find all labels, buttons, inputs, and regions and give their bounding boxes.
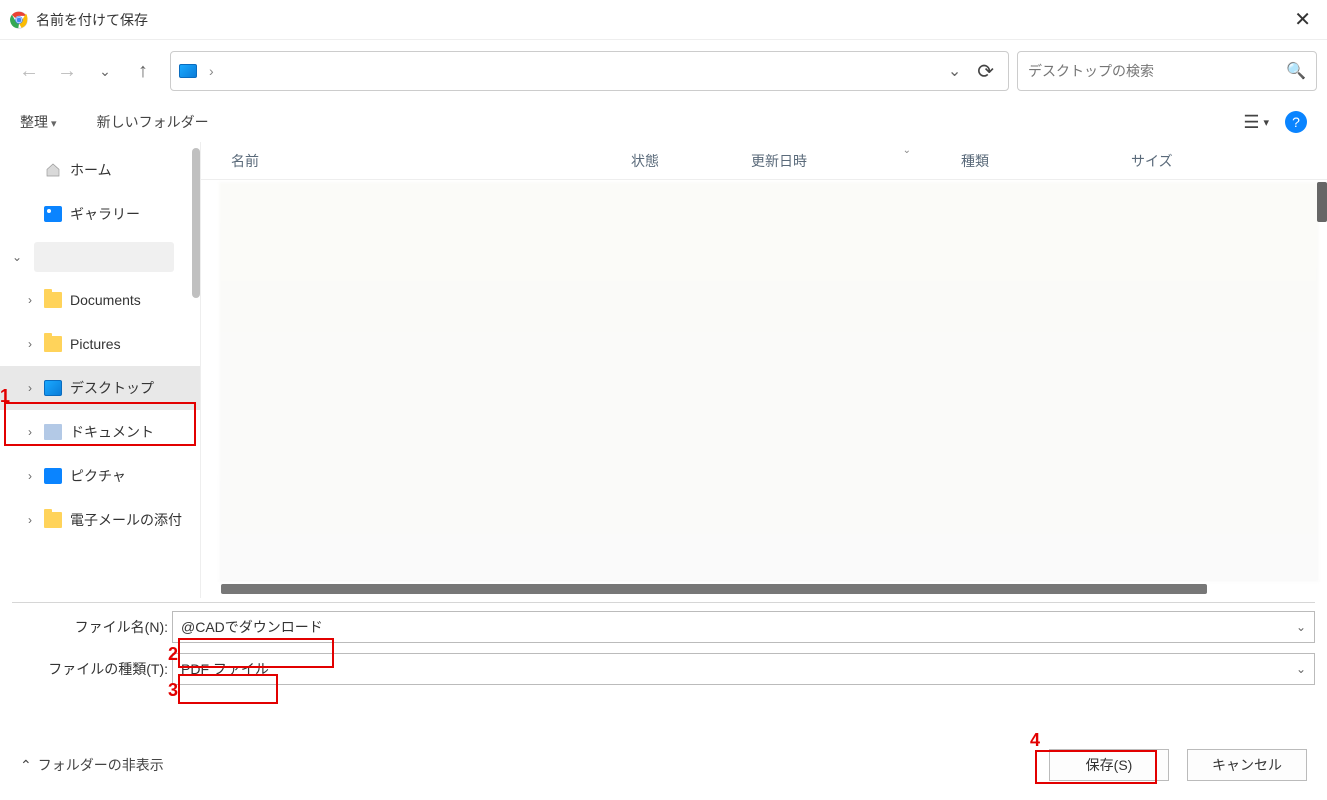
footer: ⌃ フォルダーの非表示 保存(S) キャンセル [0, 730, 1327, 800]
gallery-icon [44, 206, 62, 222]
new-folder-button[interactable]: 新しいフォルダー [97, 112, 209, 132]
desktop-icon [179, 64, 197, 78]
address-history-dropdown[interactable]: ⌄ [938, 61, 971, 81]
sidebar-item-desktop[interactable]: › デスクトップ [0, 366, 200, 410]
filetype-value: PDF ファイル [181, 659, 269, 679]
folder-icon [44, 292, 62, 308]
address-bar[interactable]: › ⌄ ⟳ [170, 51, 1009, 91]
recent-dropdown[interactable]: ⌄ [86, 52, 124, 90]
body: ホーム ギャラリー ⌄ › Documents › Pictures › デスク… [0, 142, 1327, 598]
chevron-down-icon: ⌄ [12, 250, 26, 264]
sidebar-item-collapsed[interactable]: ⌄ [0, 236, 200, 278]
view-mode-button[interactable]: ☰ ▾ [1243, 112, 1269, 133]
forward-button[interactable]: → [48, 52, 86, 90]
sidebar-item-gallery[interactable]: ギャラリー [0, 192, 200, 236]
column-header-kind[interactable]: 種類 [961, 151, 1131, 171]
sidebar: ホーム ギャラリー ⌄ › Documents › Pictures › デスク… [0, 142, 200, 598]
column-header-row: 名前 状態 更新日時⌄ 種類 サイズ [201, 142, 1327, 180]
filename-label: ファイル名(N): [12, 617, 172, 637]
sidebar-item-label: 電子メールの添付 [70, 510, 182, 530]
sidebar-item-pictures[interactable]: › Pictures [0, 322, 200, 366]
file-list-area[interactable] [219, 182, 1319, 582]
chevron-right-icon: › [28, 381, 42, 395]
sidebar-item-label: ホーム [70, 160, 112, 180]
redacted-label [34, 242, 174, 272]
sidebar-scrollbar[interactable] [192, 148, 200, 298]
sidebar-item-label: デスクトップ [70, 378, 154, 398]
filetype-select[interactable]: PDF ファイル ⌄ [172, 653, 1315, 685]
search-bar: 🔍 [1017, 51, 1317, 91]
sidebar-item-docjp[interactable]: › ドキュメント [0, 410, 200, 454]
chevron-up-icon: ⌃ [20, 757, 32, 774]
column-header-size[interactable]: サイズ [1131, 151, 1327, 171]
window-title: 名前を付けて保存 [36, 10, 148, 30]
search-icon[interactable]: 🔍 [1286, 61, 1306, 81]
save-button[interactable]: 保存(S) [1049, 749, 1169, 781]
desktop-icon [44, 380, 62, 396]
sidebar-item-documents[interactable]: › Documents [0, 278, 200, 322]
filetype-label: ファイルの種類(T): [12, 659, 172, 679]
hide-folders-button[interactable]: ⌃ フォルダーの非表示 [20, 755, 164, 775]
vertical-scrollbar[interactable] [1317, 182, 1327, 222]
chevron-right-icon: › [28, 513, 42, 527]
close-button[interactable]: ✕ [1288, 7, 1317, 32]
title-bar: 名前を付けて保存 ✕ [0, 0, 1327, 40]
chevron-down-icon[interactable]: ⌄ [1296, 620, 1306, 634]
chevron-right-icon: › [28, 337, 42, 351]
folder-icon [44, 336, 62, 352]
hide-folders-label: フォルダーの非表示 [38, 755, 164, 775]
column-header-name[interactable]: 名前 [231, 151, 631, 171]
sidebar-item-picjp[interactable]: › ピクチャ [0, 454, 200, 498]
filename-row: ファイル名(N): @CADでダウンロード ⌄ [0, 603, 1327, 651]
sort-indicator-icon: ⌄ [903, 145, 911, 156]
up-button[interactable]: ↑ [124, 52, 162, 90]
breadcrumb-sep: › [209, 63, 214, 79]
filename-input[interactable]: @CADでダウンロード ⌄ [172, 611, 1315, 643]
sidebar-item-label: ドキュメント [70, 422, 154, 442]
column-header-state[interactable]: 状態 [631, 151, 751, 171]
help-button[interactable]: ? [1285, 111, 1307, 133]
chevron-right-icon: › [28, 469, 42, 483]
folder-icon [44, 512, 62, 528]
sidebar-item-mail[interactable]: › 電子メールの添付 [0, 498, 200, 542]
filename-value: @CADでダウンロード [181, 617, 323, 637]
cancel-button[interactable]: キャンセル [1187, 749, 1307, 781]
organize-menu[interactable]: 整理 [20, 112, 57, 132]
toolbar: 整理 新しいフォルダー ☰ ▾ ? [0, 102, 1327, 142]
back-button[interactable]: ← [10, 52, 48, 90]
sidebar-item-label: Pictures [70, 336, 121, 352]
sidebar-item-label: ギャラリー [70, 204, 140, 224]
sidebar-item-label: Documents [70, 292, 141, 308]
sidebar-item-label: ピクチャ [70, 466, 126, 486]
chevron-down-icon[interactable]: ⌄ [1296, 662, 1306, 676]
search-input[interactable] [1028, 63, 1286, 79]
picture-icon [44, 468, 62, 484]
horizontal-scrollbar[interactable] [221, 584, 1207, 594]
home-icon [44, 162, 62, 178]
filetype-row: ファイルの種類(T): PDF ファイル ⌄ [0, 651, 1327, 693]
nav-row: ← → ⌄ ↑ › ⌄ ⟳ 🔍 [0, 40, 1327, 102]
chevron-right-icon: › [28, 293, 42, 307]
chevron-right-icon: › [28, 425, 42, 439]
chrome-icon [10, 11, 28, 29]
refresh-button[interactable]: ⟳ [971, 59, 1000, 84]
sidebar-item-home[interactable]: ホーム [0, 148, 200, 192]
column-header-date[interactable]: 更新日時⌄ [751, 151, 961, 171]
document-icon [44, 424, 62, 440]
file-pane: 名前 状態 更新日時⌄ 種類 サイズ [200, 142, 1327, 598]
